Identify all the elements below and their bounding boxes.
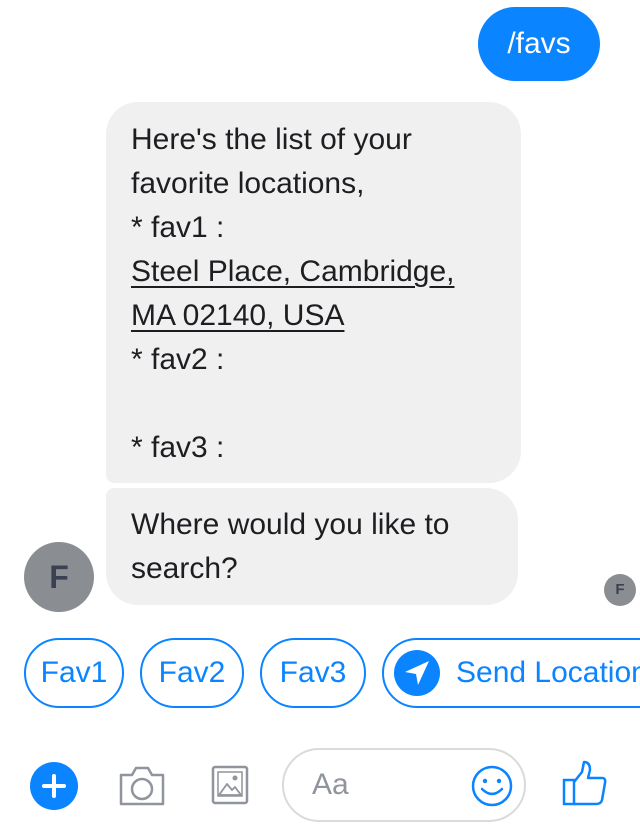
- quick-reply-fav2[interactable]: Fav2: [140, 638, 244, 708]
- read-receipt-initial: F: [615, 581, 625, 598]
- conversation-thread: /favs Here's the list of your favorite l…: [0, 0, 640, 625]
- message-line: Where would you like to: [131, 508, 450, 541]
- plus-icon[interactable]: [30, 762, 78, 810]
- message-input-placeholder: Aa: [312, 768, 349, 801]
- quick-reply-label: Fav3: [279, 656, 347, 689]
- message-line: favorite locations,: [131, 167, 365, 200]
- quick-reply-label: Fav1: [40, 656, 108, 689]
- outgoing-message-text: /favs: [507, 27, 571, 60]
- message-line: * fav2 :: [131, 343, 225, 376]
- address-link[interactable]: Steel Place, Cambridge,: [131, 250, 501, 294]
- incoming-message-bubble-favorites[interactable]: Here's the list of your favorite locatio…: [106, 102, 521, 483]
- message-line: Here's the list of your: [131, 123, 412, 156]
- quick-replies-bar: Fav1 Fav2 Fav3 Send Location: [0, 636, 640, 712]
- quick-reply-fav1[interactable]: Fav1: [24, 638, 124, 708]
- emoji-icon[interactable]: [470, 764, 514, 808]
- image-icon[interactable]: [210, 762, 250, 808]
- message-line: search?: [131, 552, 238, 585]
- location-arrow-icon: [394, 650, 440, 696]
- incoming-message-bubble-prompt[interactable]: Where would you like to search?: [106, 488, 518, 605]
- address-link[interactable]: MA 02140, USA: [131, 294, 501, 338]
- quick-reply-send-location[interactable]: Send Location: [382, 638, 640, 708]
- quick-reply-fav3[interactable]: Fav3: [260, 638, 366, 708]
- quick-reply-label: Send Location: [456, 656, 640, 689]
- message-input[interactable]: Aa: [282, 748, 526, 822]
- read-receipt-avatar: F: [604, 574, 636, 606]
- bot-avatar[interactable]: F: [24, 542, 94, 612]
- camera-icon[interactable]: [117, 762, 167, 808]
- message-line: * fav1 :: [131, 211, 225, 244]
- avatar-initial: F: [49, 559, 69, 595]
- message-line: * fav3 :: [131, 431, 225, 464]
- outgoing-message-bubble[interactable]: /favs: [478, 7, 600, 81]
- quick-reply-label: Fav2: [158, 656, 226, 689]
- composer-bar: Aa: [0, 740, 640, 836]
- thumbs-up-icon[interactable]: [560, 758, 610, 808]
